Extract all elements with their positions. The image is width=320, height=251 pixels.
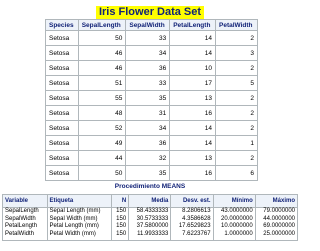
table-cell: 16	[169, 105, 216, 121]
table-cell: 50	[77, 30, 127, 46]
col-header-petalwidth: PetalWidth	[215, 19, 258, 31]
means-data-row: SepalLength SepalWidth PetalLength PetalWid…	[2, 207, 299, 241]
col-header-species: Species	[45, 19, 79, 31]
table-cell: Setosa	[45, 45, 79, 61]
table-cell: 16	[169, 165, 216, 181]
cell-n-list: 150 150 150 150	[110, 207, 130, 241]
table-row: Setosa 51 33 17 5	[45, 75, 258, 91]
table-cell: 33	[125, 30, 171, 46]
table-cell: 32	[125, 150, 171, 166]
table-cell: Setosa	[45, 60, 79, 76]
table-row: Setosa 52 34 14 2	[45, 120, 258, 136]
table-cell: 34	[125, 45, 171, 61]
table-cell: 1	[215, 135, 258, 151]
table-cell: 55	[77, 90, 127, 106]
table-cell: 36	[125, 60, 171, 76]
table-cell: 48	[77, 105, 127, 121]
col-header-minimo: Mínimo	[212, 194, 256, 208]
table-cell: 2	[215, 150, 258, 166]
col-header-media: Media	[128, 194, 172, 208]
table-cell: 51	[77, 75, 127, 91]
table-cell: 2	[215, 120, 258, 136]
table-cell: Setosa	[45, 90, 79, 106]
table-row: Setosa 50 33 14 2	[45, 30, 258, 46]
table-cell: Setosa	[45, 75, 79, 91]
cell-maximo-list: 79.0000000 44.0000000 69.0000000 25.0000000	[254, 207, 299, 241]
table-row: Setosa 44 32 13 2	[45, 150, 258, 166]
table-cell: 2	[215, 105, 258, 121]
table-cell: Setosa	[45, 30, 79, 46]
table-cell: 13	[169, 150, 216, 166]
col-header-desv-est: Desv. est.	[170, 194, 214, 208]
col-header-maximo: Máximo	[254, 194, 299, 208]
iris-data-table: Species SepalLength SepalWidth PetalLeng…	[45, 19, 258, 181]
means-header-row: Variable Etiqueta N Media Desv. est. Mín…	[2, 194, 299, 208]
table-cell: 46	[77, 60, 127, 76]
table-row: Setosa 46 36 10 2	[45, 60, 258, 76]
table-cell: 44	[77, 150, 127, 166]
table-cell: 2	[215, 90, 258, 106]
page-title: Iris Flower Data Set	[95, 6, 205, 19]
means-summary-table: Variable Etiqueta N Media Desv. est. Mín…	[2, 194, 299, 241]
table-cell: 50	[77, 165, 127, 181]
col-header-n: N	[110, 194, 130, 208]
table-cell: 49	[77, 135, 127, 151]
table-cell: 14	[169, 45, 216, 61]
table-cell: 3	[215, 45, 258, 61]
iris-header-row: Species SepalLength SepalWidth PetalLeng…	[45, 19, 258, 31]
table-cell: 14	[169, 135, 216, 151]
table-cell: 35	[125, 165, 171, 181]
cell-minimo-list: 43.0000000 20.0000000 10.0000000 1.0000000	[212, 207, 256, 241]
table-cell: 35	[125, 90, 171, 106]
table-cell: 52	[77, 120, 127, 136]
cell-variable-list: SepalLength SepalWidth PetalLength PetalWid…	[2, 207, 48, 241]
table-cell: Setosa	[45, 135, 79, 151]
table-cell: 5	[215, 75, 258, 91]
col-header-sepallength: SepalLength	[77, 19, 127, 31]
table-cell: Setosa	[45, 105, 79, 121]
table-cell: 34	[125, 120, 171, 136]
title-container: Iris Flower Data Set	[0, 2, 300, 20]
table-cell: Setosa	[45, 120, 79, 136]
table-row: Setosa 46 34 14 3	[45, 45, 258, 61]
table-row: Setosa 48 31 16 2	[45, 105, 258, 121]
col-header-variable: Variable	[2, 194, 48, 208]
table-cell: Setosa	[45, 165, 79, 181]
cell-media-list: 58.4333333 30.5733333 37.5800000 11.9933333	[128, 207, 172, 241]
means-title: Procedimiento MEANS	[114, 183, 186, 190]
table-row: Setosa 49 36 14 1	[45, 135, 258, 151]
iris-table-body: Setosa 50 33 14 2 Setosa 46 34 14 3 Setosa 46 36 10 2 S…	[45, 30, 258, 181]
cell-desv-list: 8.2806613 4.3586628 17.6529823 7.6223767	[170, 207, 214, 241]
table-cell: 10	[169, 60, 216, 76]
table-cell: 14	[169, 30, 216, 46]
table-cell: 2	[215, 30, 258, 46]
table-row: Setosa 55 35 13 2	[45, 90, 258, 106]
cell-etiqueta-list: Sepal Length (mm) Sepal Width (mm) Petal L…	[46, 207, 112, 241]
table-cell: 17	[169, 75, 216, 91]
col-header-etiqueta: Etiqueta	[46, 194, 112, 208]
table-row: Setosa 50 35 16 6	[45, 165, 258, 181]
table-cell: 36	[125, 135, 171, 151]
col-header-sepalwidth: SepalWidth	[125, 19, 171, 31]
table-cell: 31	[125, 105, 171, 121]
table-cell: 13	[169, 90, 216, 106]
table-cell: 14	[169, 120, 216, 136]
table-cell: 33	[125, 75, 171, 91]
col-header-petallength: PetalLength	[169, 19, 216, 31]
table-cell: 6	[215, 165, 258, 181]
table-cell: 46	[77, 45, 127, 61]
table-cell: Setosa	[45, 150, 79, 166]
table-cell: 2	[215, 60, 258, 76]
